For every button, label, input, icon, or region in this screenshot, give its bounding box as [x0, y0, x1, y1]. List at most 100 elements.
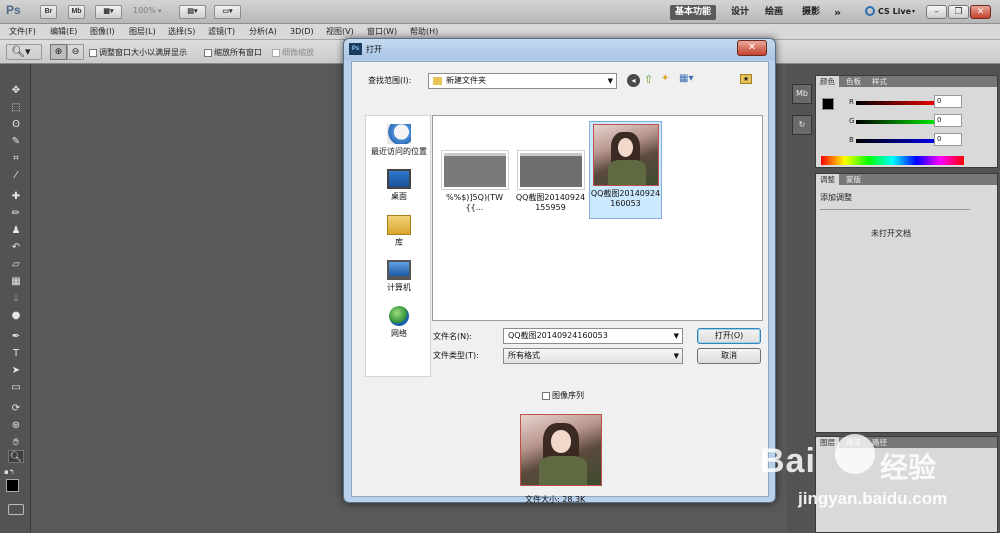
workspace-photography[interactable]: 摄影: [797, 5, 825, 20]
3d-rotate-tool-icon[interactable]: ⟳: [8, 402, 24, 415]
blur-tool-icon[interactable]: 💧︎: [8, 292, 24, 305]
move-tool-icon[interactable]: ✥: [8, 84, 24, 97]
file-item-selected[interactable]: QQ截图20140924160053: [589, 121, 662, 219]
green-value[interactable]: 0: [934, 114, 962, 127]
eyedropper-tool-icon[interactable]: ⁄: [8, 169, 24, 182]
workspace-essentials[interactable]: 基本功能: [670, 5, 717, 20]
image-sequence-option[interactable]: 图像序列: [542, 390, 584, 401]
foreground-color-swatch[interactable]: [6, 479, 19, 492]
resize-windows-checkbox[interactable]: [89, 48, 97, 57]
zoom-tool-preset-picker[interactable]: 🔍︎▾: [6, 44, 42, 60]
blue-value[interactable]: 0: [934, 133, 962, 146]
filetype-dropdown[interactable]: 所有格式 ▼: [503, 348, 683, 364]
dodge-tool-icon[interactable]: ●: [8, 309, 24, 322]
quick-mask-icon[interactable]: [8, 504, 24, 515]
close-app-button[interactable]: ✕: [970, 5, 991, 19]
menu-edit[interactable]: 编辑(E): [50, 25, 77, 39]
zoom-out-icon[interactable]: ⊖: [67, 44, 84, 60]
tab-adjustments[interactable]: 调整: [816, 174, 839, 185]
zoom-dropdown-icon[interactable]: ▾: [158, 7, 162, 15]
tab-swatches[interactable]: 色板: [842, 76, 865, 87]
menu-view[interactable]: 视图(V): [326, 25, 354, 39]
filename-input[interactable]: QQ截图20140924160053 ▼: [503, 328, 683, 344]
bridge-button[interactable]: Br: [40, 5, 57, 19]
marquee-tool-icon[interactable]: ⬚: [8, 101, 24, 114]
spot-healing-tool-icon[interactable]: ✚: [8, 190, 24, 203]
menu-file[interactable]: 文件(F): [9, 25, 36, 39]
new-folder-icon[interactable]: ✦: [661, 73, 669, 84]
red-value[interactable]: 0: [934, 95, 962, 108]
place-libraries[interactable]: 库: [366, 215, 432, 248]
tab-color[interactable]: 颜色: [816, 76, 839, 87]
shape-tool-icon[interactable]: ▭: [8, 381, 24, 394]
workspace-painting[interactable]: 绘画: [760, 5, 788, 20]
color-foreground-swatch[interactable]: [822, 98, 834, 110]
tab-styles[interactable]: 样式: [868, 76, 891, 87]
place-recent[interactable]: 最近访问的位置: [366, 124, 432, 157]
type-tool-icon[interactable]: T: [8, 347, 24, 360]
crop-tool-icon[interactable]: ⌗: [8, 152, 24, 165]
brush-tool-icon[interactable]: ✏: [8, 207, 24, 220]
cs-live-dropdown-icon[interactable]: ▾: [912, 8, 915, 15]
menu-window[interactable]: 窗口(W): [367, 25, 397, 39]
place-network[interactable]: 网络: [366, 306, 432, 339]
view-menu-icon[interactable]: ▦▾: [679, 73, 693, 84]
menu-select[interactable]: 选择(S): [168, 25, 195, 39]
place-computer[interactable]: 计算机: [366, 260, 432, 293]
screen-mode-button[interactable]: ▭▾: [214, 5, 241, 19]
history-brush-tool-icon[interactable]: ↶: [8, 241, 24, 254]
file-item[interactable]: %%$)]5Q)(TW{{...: [438, 150, 511, 213]
red-slider[interactable]: [856, 101, 943, 105]
resize-windows-option[interactable]: 调整窗口大小以满屏显示: [89, 47, 187, 58]
hand-tool-icon[interactable]: ✋︎: [8, 436, 24, 449]
zoom-all-checkbox[interactable]: [204, 48, 212, 57]
arrange-documents-button[interactable]: ▤▾: [179, 5, 206, 19]
open-button[interactable]: 打开(O): [697, 328, 761, 344]
up-folder-icon[interactable]: ⇧: [644, 73, 653, 86]
cs-live-button[interactable]: CS Live: [878, 7, 911, 16]
dialog-close-button[interactable]: ✕: [737, 40, 767, 56]
menu-image[interactable]: 图像(I): [90, 25, 115, 39]
cancel-button[interactable]: 取消: [697, 348, 761, 364]
image-sequence-checkbox[interactable]: [542, 391, 550, 400]
view-extras-button[interactable]: ▦▾: [95, 5, 122, 19]
folder-shortcut-icon[interactable]: ★: [740, 74, 752, 84]
dialog-titlebar[interactable]: Ps 打开 ✕: [344, 39, 775, 60]
tab-masks[interactable]: 蒙版: [842, 174, 865, 185]
eraser-tool-icon[interactable]: ▱: [8, 258, 24, 271]
zoom-tool-icon[interactable]: 🔍︎: [8, 450, 24, 463]
place-desktop[interactable]: 桌面: [366, 169, 432, 202]
workspace-design[interactable]: 设计: [726, 5, 754, 20]
clone-stamp-tool-icon[interactable]: ♟: [8, 224, 24, 237]
mini-bridge-panel-icon[interactable]: Mb: [792, 84, 812, 104]
file-item[interactable]: QQ截图20140924155959: [514, 150, 587, 213]
menu-help[interactable]: 帮助(H): [410, 25, 438, 39]
more-workspaces-button[interactable]: »: [829, 5, 846, 20]
default-colors-icon[interactable]: ▪↰: [4, 468, 15, 476]
look-in-dropdown[interactable]: 新建文件夹 ▼: [428, 73, 617, 89]
gradient-tool-icon[interactable]: ▦: [8, 275, 24, 288]
zoom-in-icon[interactable]: ⊕: [50, 44, 67, 60]
back-icon[interactable]: ◂: [627, 74, 640, 87]
blue-slider[interactable]: [856, 139, 943, 143]
quick-selection-tool-icon[interactable]: ✎: [8, 135, 24, 148]
mini-bridge-button[interactable]: Mb: [68, 5, 85, 19]
scrubby-zoom-checkbox[interactable]: [272, 48, 280, 57]
zoom-all-option[interactable]: 缩放所有窗口: [204, 47, 262, 58]
restore-button[interactable]: ❐: [948, 5, 969, 19]
3d-orbit-tool-icon[interactable]: ⊛: [8, 419, 24, 432]
green-slider[interactable]: [856, 120, 943, 124]
minimize-button[interactable]: –: [926, 5, 947, 19]
menu-layer[interactable]: 图层(L): [129, 25, 156, 39]
history-panel-icon[interactable]: ↻: [792, 115, 812, 135]
pen-tool-icon[interactable]: ✒: [8, 330, 24, 343]
menu-3d[interactable]: 3D(D): [290, 25, 314, 39]
zoom-level[interactable]: 100%: [133, 6, 156, 15]
color-spectrum-ramp[interactable]: [821, 156, 964, 165]
lasso-tool-icon[interactable]: ʘ: [8, 118, 24, 131]
scrubby-zoom-option[interactable]: 细微缩放: [272, 47, 314, 58]
path-selection-tool-icon[interactable]: ➤: [8, 364, 24, 377]
chevron-down-icon[interactable]: ▼: [674, 329, 679, 343]
menu-analysis[interactable]: 分析(A): [249, 25, 277, 39]
menu-filter[interactable]: 滤镜(T): [208, 25, 235, 39]
